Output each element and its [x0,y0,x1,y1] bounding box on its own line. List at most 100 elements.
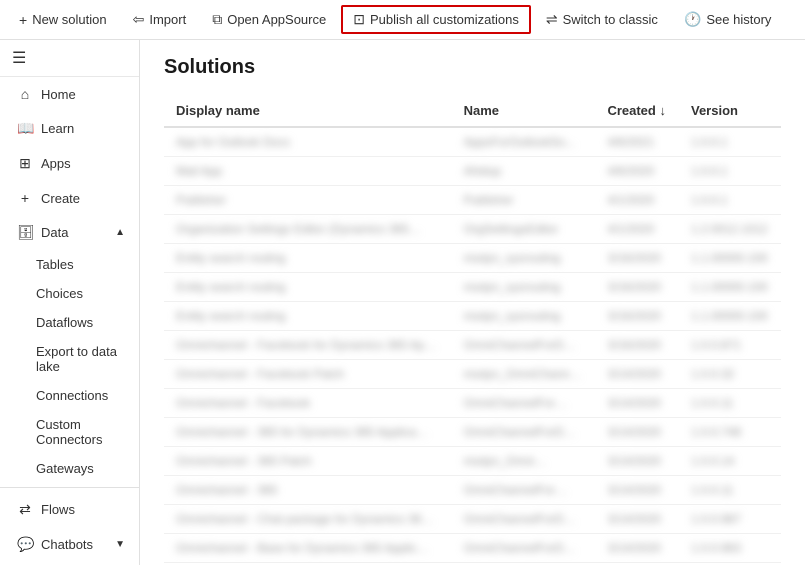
table-cell: 4/6/2021 [595,127,679,157]
chatbots-icon: 💬 [17,536,33,553]
create-icon: + [17,190,33,206]
table-cell: App for Outlook Docs [164,127,452,157]
sidebar-item-export[interactable]: Export to data lake [0,337,139,381]
table-row[interactable]: Organization Settings Editor (Dynamics 3… [164,215,781,244]
sidebar-item-choices[interactable]: Choices [0,279,139,308]
table-row[interactable]: Omnichannel - 365 for Dynamics 365 Appli… [164,418,781,447]
table-row[interactable]: Omnichannel - Facebook Patchmsdyn_OmniCh… [164,360,781,389]
table-cell: 1.0.0.11 [679,389,781,418]
table-cell: Publisher [164,186,452,215]
sidebar-item-chatbots[interactable]: 💬 Chatbots ▼ [0,527,139,562]
table-cell: msdyn_sysrouting [452,302,596,331]
col-header-version: Version [679,95,781,127]
table-cell: Mail App [164,157,452,186]
col-header-display-name[interactable]: Display name [164,95,452,127]
data-expand-icon: ▲ [115,227,125,238]
table-cell: 1.1.00000.100 [679,302,781,331]
table-row[interactable]: Omnichannel - FacebookOmniChannelFor…3/1… [164,389,781,418]
table-row[interactable]: Omnichannel - Facebook for Dynamics 365 … [164,331,781,360]
table-cell: 3/14/2020 [595,447,679,476]
hamburger-button[interactable]: ☰ [12,48,26,68]
table-row[interactable]: Omnichannel - Chat package for Dynamics … [164,505,781,534]
table-cell: 1.0.0.987 [679,505,781,534]
table-cell: 1.0.0.11 [679,476,781,505]
table-row[interactable]: PublisherPublisher4/1/20201.0.0.1 [164,186,781,215]
table-cell: Entity search routing [164,273,452,302]
publish-icon: ⊡ [353,11,365,28]
table-row[interactable]: Entity search routingmsdyn_sysrouting3/1… [164,302,781,331]
table-header-row: Display name Name Created ↓ Version [164,95,781,127]
home-icon: ⌂ [17,86,33,102]
sidebar-item-apps[interactable]: ⊞ Apps [0,146,139,181]
table-cell: 3/16/2020 [595,244,679,273]
table-cell: 1.0.0.963 [679,534,781,563]
table-cell: Omnichannel - Chat package for Dynamics … [164,505,452,534]
history-icon: 🕐 [684,11,701,28]
sidebar-item-tables[interactable]: Tables [0,250,139,279]
table-cell: 1.0.0.1 [679,186,781,215]
sidebar-item-connectors[interactable]: Custom Connectors [0,410,139,454]
table-cell: AppsForOutlookSo... [452,127,596,157]
appsource-icon: ⧉ [212,11,222,28]
table-cell: 4/1/2020 [595,215,679,244]
table-cell: 4/1/2020 [595,186,679,215]
switch-classic-button[interactable]: ⇌ Switch to classic [535,6,669,33]
table-row[interactable]: Mail AppAhidup4/6/20201.0.0.1 [164,157,781,186]
open-appsource-button[interactable]: ⧉ Open AppSource [201,6,337,33]
table-row[interactable]: Omnichannel - Base for Dynamics 365 Appl… [164,534,781,563]
table-cell: Ahidup [452,157,596,186]
table-row[interactable]: Omnichannel - 365OmniChannelFor…3/14/202… [164,476,781,505]
chatbots-expand-icon: ▼ [115,539,125,550]
table-cell: 3/14/2020 [595,389,679,418]
sidebar-item-data[interactable]: 🗄 Data ▲ [0,215,139,250]
sidebar-item-create[interactable]: + Create [0,181,139,215]
table-cell: Omnichannel - Facebook [164,389,452,418]
sidebar-item-learn[interactable]: 📖 Learn [0,111,139,146]
sidebar-item-connections[interactable]: Connections [0,381,139,410]
publish-all-button[interactable]: ⊡ Publish all customizations [341,5,531,34]
table-cell: OmniChannelForD… [452,331,596,360]
table-cell: 3/14/2020 [595,534,679,563]
learn-icon: 📖 [17,120,33,137]
apps-icon: ⊞ [17,155,33,172]
sidebar-item-gateways[interactable]: Gateways [0,454,139,483]
table-cell: 3/14/2020 [595,505,679,534]
sidebar-item-home[interactable]: ⌂ Home [0,77,139,111]
table-cell: Omnichannel - Facebook Patch [164,360,452,389]
solutions-table: Display name Name Created ↓ Version App … [164,95,781,563]
table-cell: Omnichannel - 365 [164,476,452,505]
table-cell: 1.0.0.32 [679,360,781,389]
table-cell: 3/14/2020 [595,418,679,447]
table-cell: OmniChannelForD… [452,534,596,563]
table-cell: 4/6/2020 [595,157,679,186]
content-area: Solutions Display name Name Created ↓ Ve… [140,40,805,565]
table-cell: 3/16/2020 [595,273,679,302]
new-solution-button[interactable]: + New solution [8,7,118,33]
table-cell: Entity search routing [164,302,452,331]
table-cell: Omnichannel - 365 for Dynamics 365 Appli… [164,418,452,447]
new-solution-icon: + [19,12,27,28]
table-row[interactable]: Omnichannel - 365 Patchmsdyn_Omni…3/14/2… [164,447,781,476]
sidebar: ☰ ⌂ Home 📖 Learn ⊞ Apps + Create 🗄 Data … [0,40,140,565]
top-bar: + New solution ⇦ Import ⧉ Open AppSource… [0,0,805,40]
col-header-created[interactable]: Created ↓ [595,95,679,127]
table-cell: Entity search routing [164,244,452,273]
switch-icon: ⇌ [546,11,558,28]
table-cell: Organization Settings Editor (Dynamics 3… [164,215,452,244]
table-cell: OmniChannelFor… [452,476,596,505]
see-history-button[interactable]: 🕐 See history [673,6,782,33]
table-row[interactable]: App for Outlook DocsAppsForOutlookSo...4… [164,127,781,157]
table-cell: OmniChannelFor… [452,389,596,418]
flows-icon: ⇄ [17,501,33,518]
sidebar-item-dataflows[interactable]: Dataflows [0,308,139,337]
table-row[interactable]: Entity search routingmsdyn_sysrouting3/1… [164,244,781,273]
main-layout: ☰ ⌂ Home 📖 Learn ⊞ Apps + Create 🗄 Data … [0,40,805,565]
sidebar-divider [0,487,139,488]
import-icon: ⇦ [133,11,145,28]
table-cell: 1.1.00000.100 [679,273,781,302]
table-cell: 3/16/2020 [595,331,679,360]
sidebar-item-flows[interactable]: ⇄ Flows [0,492,139,527]
import-button[interactable]: ⇦ Import [122,6,198,33]
table-row[interactable]: Entity search routingmsdyn_sysrouting3/1… [164,273,781,302]
col-header-name[interactable]: Name [452,95,596,127]
